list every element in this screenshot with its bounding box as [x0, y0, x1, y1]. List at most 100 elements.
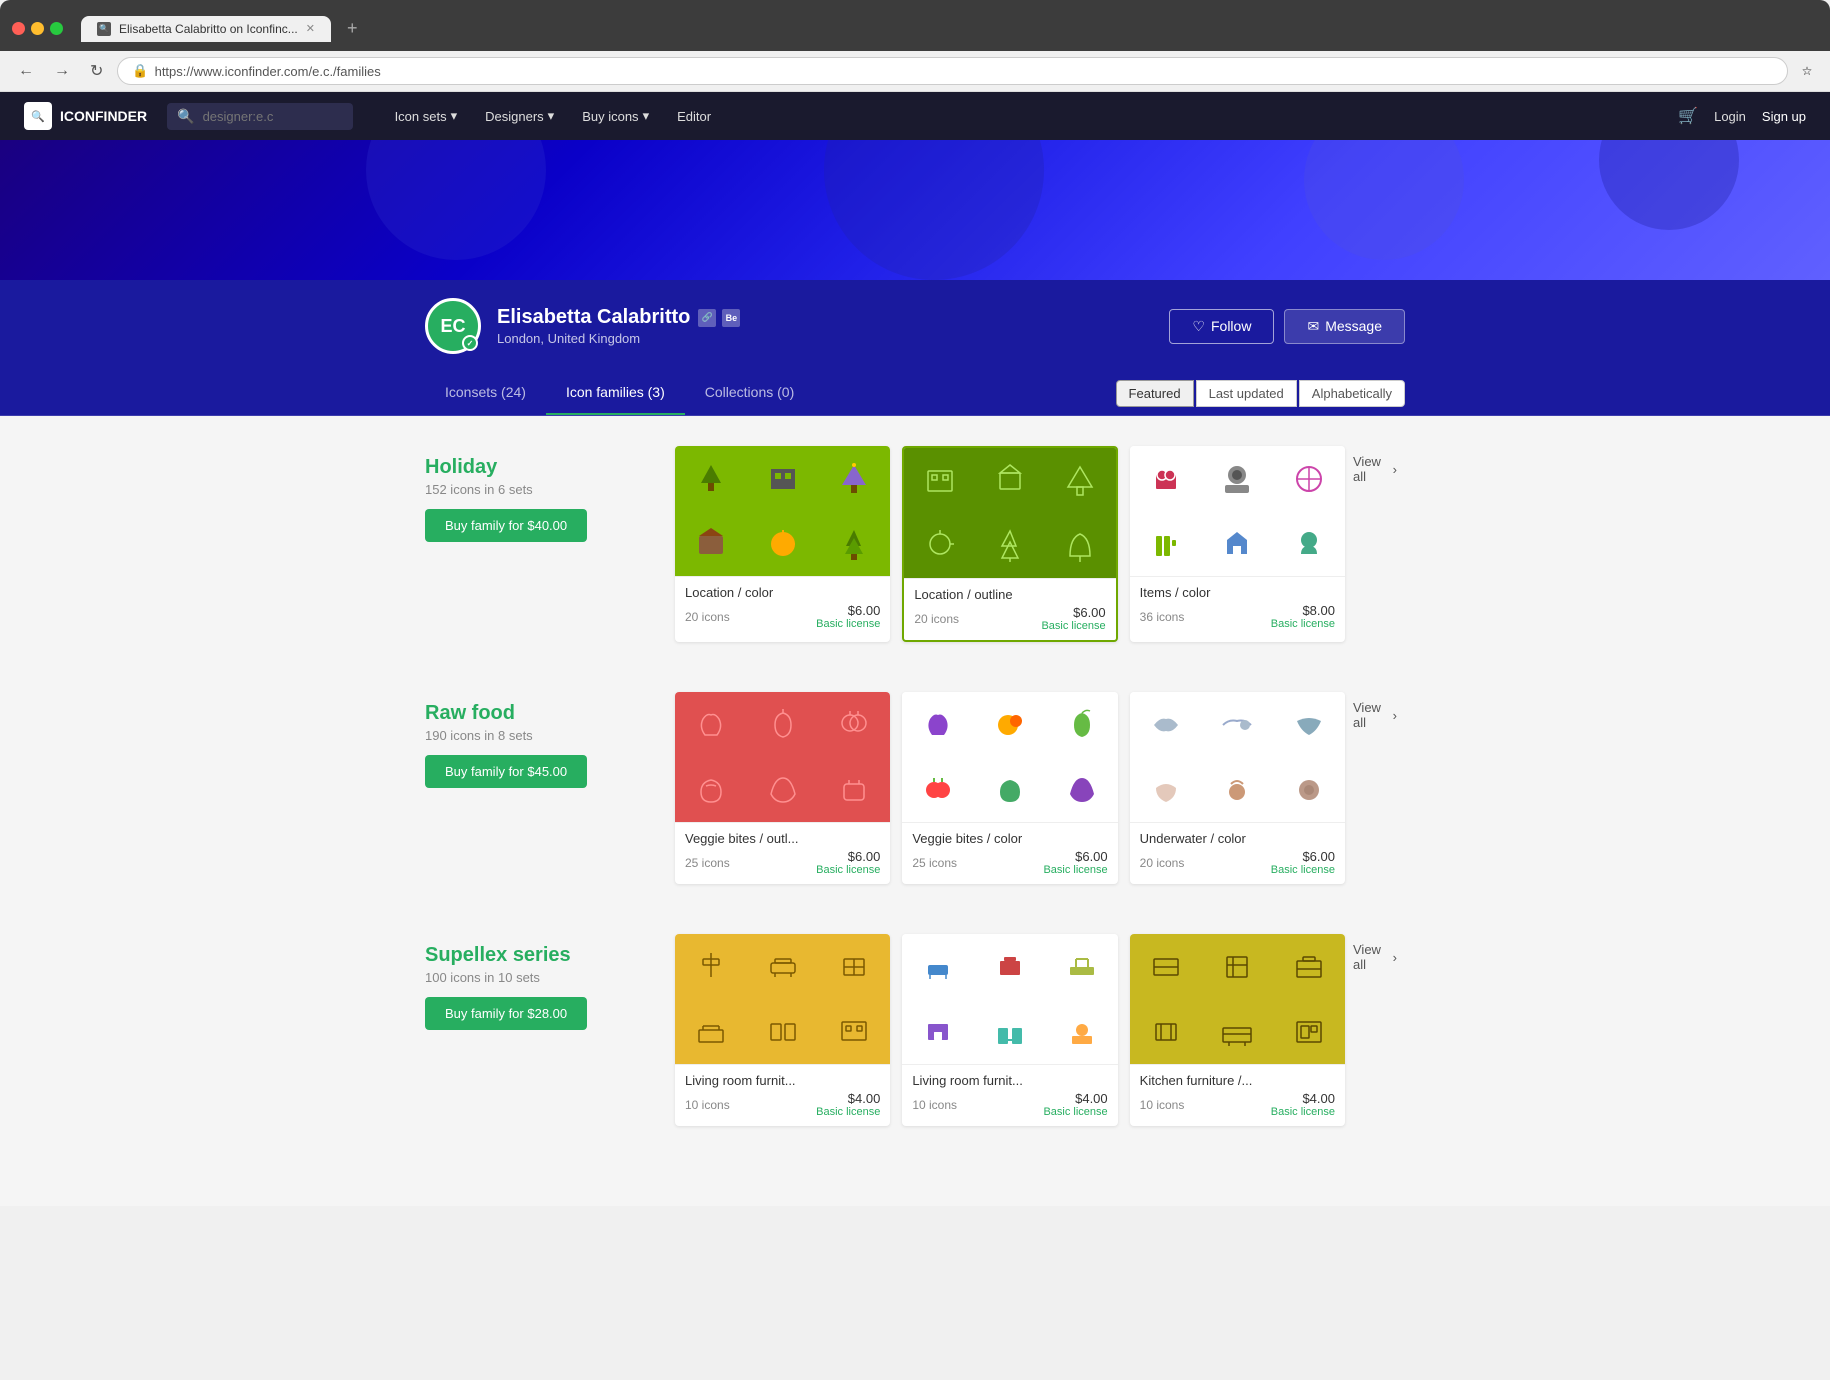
- family-meta: 100 icons in 10 sets: [425, 970, 675, 985]
- family-sets-grid-supellex: Living room furnit... 10 icons $4.00 Bas…: [675, 934, 1345, 1126]
- family-name: Supellex series: [425, 944, 675, 967]
- icon-set-card[interactable]: Veggie bites / outl... 25 icons $6.00 Ba…: [675, 692, 890, 884]
- envelope-icon: ✉: [1307, 318, 1319, 335]
- hero-blob-1: [366, 140, 546, 260]
- icon-set-info: Location / color 20 icons $6.00 Basic li…: [675, 576, 890, 638]
- tab-favicon: 🔍: [97, 22, 111, 36]
- bookmark-star-icon[interactable]: ☆: [1796, 60, 1818, 82]
- address-url: https://www.iconfinder.com/e.c./families: [155, 64, 381, 79]
- preview-cell: [1201, 934, 1273, 999]
- icon-set-details: 20 icons $6.00 Basic license: [1140, 849, 1335, 876]
- icon-set-card[interactable]: Items / color 36 icons $8.00 Basic licen…: [1130, 446, 1345, 642]
- heart-icon: ♡: [1192, 318, 1205, 335]
- profile-name-icons: 🔗 Be: [698, 309, 740, 327]
- tab-title: Elisabetta Calabritto on Iconfinc...: [119, 22, 298, 36]
- icon-count: 20 icons: [685, 610, 730, 624]
- icon-set-card[interactable]: Veggie bites / color 25 icons $6.00 Basi…: [902, 692, 1117, 884]
- tab-close-icon[interactable]: ✕: [306, 22, 315, 35]
- family-sets-grid-rawfood: Veggie bites / outl... 25 icons $6.00 Ba…: [675, 692, 1345, 884]
- browser-titlebar: 🔍 Elisabetta Calabritto on Iconfinc... ✕…: [0, 8, 1830, 51]
- license-label: Basic license: [816, 618, 880, 630]
- behance-icon[interactable]: Be: [722, 309, 740, 327]
- view-all-button[interactable]: View all ›: [1345, 692, 1405, 738]
- nav-item-designers[interactable]: Designers ▾: [473, 100, 566, 132]
- message-button[interactable]: ✉ Message: [1284, 309, 1405, 344]
- preview-cell: [675, 511, 747, 576]
- profile-location: London, United Kingdom: [497, 331, 740, 346]
- new-tab-button[interactable]: +: [339, 14, 366, 43]
- license-label: Basic license: [816, 1106, 880, 1118]
- buy-family-button-rawfood[interactable]: Buy family for $45.00: [425, 755, 587, 788]
- browser-dot-maximize[interactable]: [50, 22, 63, 35]
- icon-set-info: Location / outline 20 icons $6.00 Basic …: [904, 578, 1115, 640]
- sort-alphabetically[interactable]: Alphabetically: [1299, 380, 1405, 407]
- price-value: $6.00: [816, 603, 880, 618]
- search-input[interactable]: [203, 109, 343, 124]
- price-value: $4.00: [1271, 1091, 1335, 1106]
- preview-cell: [1046, 999, 1118, 1064]
- icon-set-card[interactable]: Underwater / color 20 icons $6.00 Basic …: [1130, 692, 1345, 884]
- icon-set-card[interactable]: Kitchen furniture /... 10 icons $4.00 Ba…: [1130, 934, 1345, 1126]
- icon-set-card[interactable]: Location / color 20 icons $6.00 Basic li…: [675, 446, 890, 642]
- preview-cell: [974, 934, 1046, 999]
- profile-bar: ec ✓ Elisabetta Calabritto 🔗 Be London, …: [425, 298, 1405, 372]
- nav-item-editor[interactable]: Editor: [665, 100, 723, 132]
- icon-set-card[interactable]: Living room furnit... 10 icons $4.00 Bas…: [675, 934, 890, 1126]
- view-all-button[interactable]: View all ›: [1345, 934, 1405, 980]
- tabs-sort: Featured Last updated Alphabetically: [1116, 372, 1405, 415]
- browser-tab[interactable]: 🔍 Elisabetta Calabritto on Iconfinc... ✕: [81, 16, 331, 42]
- browser-dot-close[interactable]: [12, 22, 25, 35]
- tab-iconsets[interactable]: Iconsets (24): [425, 372, 546, 415]
- refresh-button[interactable]: ↻: [84, 57, 109, 85]
- preview-cell: [902, 692, 974, 757]
- icon-count: 36 icons: [1140, 610, 1185, 624]
- preview-cell: [819, 757, 891, 822]
- tab-icon-families[interactable]: Icon families (3): [546, 372, 685, 415]
- tab-collections[interactable]: Collections (0): [685, 372, 814, 415]
- icon-set-details: 20 icons $6.00 Basic license: [914, 605, 1105, 632]
- price-value: $6.00: [816, 849, 880, 864]
- icon-count: 20 icons: [914, 612, 959, 626]
- family-meta: 190 icons in 8 sets: [425, 728, 675, 743]
- preview-cell: [1130, 692, 1202, 757]
- nav-item-buy-icons[interactable]: Buy icons ▾: [570, 100, 661, 132]
- buy-family-button-supellex[interactable]: Buy family for $28.00: [425, 997, 587, 1030]
- hero-blob-4: [1599, 140, 1739, 230]
- signup-link[interactable]: Sign up: [1762, 109, 1806, 124]
- buy-family-button-holiday[interactable]: Buy family for $40.00: [425, 509, 587, 542]
- browser-toolbar-icons: ☆: [1796, 60, 1818, 82]
- forward-button[interactable]: →: [48, 58, 76, 84]
- icon-set-preview: [675, 934, 890, 1064]
- browser-dot-minimize[interactable]: [31, 22, 44, 35]
- icon-set-card[interactable]: Living room furnit... 10 icons $4.00 Bas…: [902, 934, 1117, 1126]
- back-button[interactable]: ←: [12, 58, 40, 84]
- sort-featured[interactable]: Featured: [1116, 380, 1194, 407]
- link-icon[interactable]: 🔗: [698, 309, 716, 327]
- login-link[interactable]: Login: [1714, 109, 1746, 124]
- icon-set-preview: [1130, 934, 1345, 1064]
- family-left: Supellex series 100 icons in 10 sets Buy…: [425, 934, 675, 1050]
- icon-set-info: Underwater / color 20 icons $6.00 Basic …: [1130, 822, 1345, 884]
- cart-icon[interactable]: 🛒: [1678, 106, 1698, 126]
- icon-set-info: Living room furnit... 10 icons $4.00 Bas…: [902, 1064, 1117, 1126]
- preview-cell: [1273, 999, 1345, 1064]
- follow-button[interactable]: ♡ Follow: [1169, 309, 1274, 344]
- address-bar[interactable]: 🔒 https://www.iconfinder.com/e.c./famili…: [117, 57, 1788, 85]
- preview-cell: [675, 757, 747, 822]
- icon-count: 10 icons: [912, 1098, 957, 1112]
- navbar-nav: Icon sets ▾ Designers ▾ Buy icons ▾ Edit…: [383, 100, 724, 132]
- preview-cell: [1046, 934, 1118, 999]
- icon-set-card[interactable]: Location / outline 20 icons $6.00 Basic …: [902, 446, 1117, 642]
- family-header: Raw food 190 icons in 8 sets Buy family …: [425, 702, 675, 788]
- sort-last-updated[interactable]: Last updated: [1196, 380, 1297, 407]
- nav-item-icon-sets[interactable]: Icon sets ▾: [383, 100, 470, 132]
- preview-cell: [974, 692, 1046, 757]
- view-all-button[interactable]: View all ›: [1345, 446, 1405, 492]
- icon-set-details: 25 icons $6.00 Basic license: [912, 849, 1107, 876]
- preview-cell: [1045, 513, 1115, 578]
- search-bar[interactable]: 🔍: [167, 103, 352, 130]
- profile-info: Elisabetta Calabritto 🔗 Be London, Unite…: [497, 306, 740, 346]
- preview-cell: [975, 448, 1045, 513]
- chevron-right-icon: ›: [1393, 950, 1397, 965]
- profile-section: ec ✓ Elisabetta Calabritto 🔗 Be London, …: [0, 280, 1830, 416]
